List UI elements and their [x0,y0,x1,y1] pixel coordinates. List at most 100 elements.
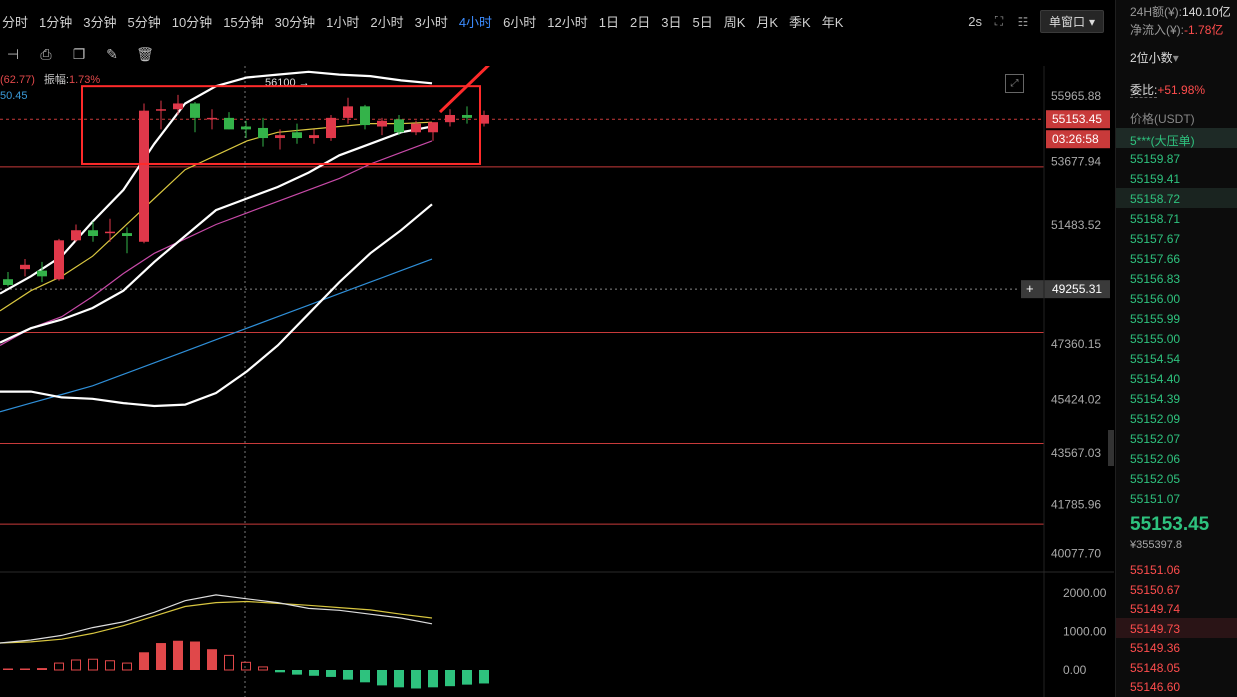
inflow-value: -1.78亿 [1184,23,1224,37]
turnover-value: 140.10亿 [1182,5,1231,19]
candle-body [207,117,217,120]
clipboard-icon[interactable]: ⎙ [37,46,55,63]
macd-bar [275,670,285,673]
candle-body [3,279,13,285]
edit-icon[interactable]: ✎ [103,46,121,63]
macd-bar [428,670,438,688]
ask-price[interactable]: 55146.60 [1130,680,1180,694]
period-tab[interactable]: 2日 [630,12,650,31]
period-tab[interactable]: 月K [756,12,778,31]
inflow-label: 净流入(¥): [1130,23,1185,37]
period-tab[interactable]: 15分钟 [223,12,263,31]
trash-icon[interactable]: 🗑 [136,46,154,63]
chevron-down-icon: ▾ [1088,14,1095,29]
period-tab[interactable]: 5日 [692,12,712,31]
ask-price[interactable]: 55149.74 [1130,602,1180,616]
candlestick-chart[interactable]: 56100 →55965.8853677.9451483.5247360.154… [0,66,1114,697]
price-column-header: 价格(USDT) [1130,112,1195,126]
bid-price[interactable]: 55156.00 [1130,292,1180,306]
fullscreen-icon[interactable]: ⛶ [992,14,1006,29]
drawing-tools: ⊣ ⎙ ❐ ✎ 🗑 [0,42,154,66]
period-tab[interactable]: 2小时 [370,12,403,31]
period-tab[interactable]: 3分钟 [83,12,116,31]
period-tab[interactable]: 10分钟 [172,12,212,31]
macd-bar [394,670,404,688]
decimals-select[interactable]: 2位小数▾ [1130,49,1179,66]
period-tab[interactable]: 5分钟 [127,12,160,31]
macd-bar [309,670,319,676]
ask-price[interactable]: 55148.05 [1130,661,1180,675]
ask-price[interactable]: 55150.67 [1130,583,1180,597]
macd-bar [462,670,472,685]
bid-price[interactable]: 55154.39 [1130,392,1180,406]
bid-price[interactable]: 55152.05 [1130,472,1180,486]
candle-body [105,231,115,234]
bid-price[interactable]: 55159.41 [1130,172,1180,186]
bid-price[interactable]: 55155.99 [1130,312,1180,326]
refresh-interval[interactable]: 2s [968,14,982,29]
turnover-label: 24H额(¥): [1130,5,1183,19]
bid-price[interactable]: 55158.71 [1130,212,1180,226]
bid-price[interactable]: 55159.87 [1130,152,1180,166]
bid-price[interactable]: 55154.54 [1130,352,1180,366]
period-tab[interactable]: 3日 [661,12,681,31]
macd-bar [3,668,13,670]
window-mode-label: 单窗口 [1048,15,1085,29]
ask-price[interactable]: 55151.06 [1130,563,1180,577]
bid-price[interactable]: 55157.66 [1130,252,1180,266]
candle-body [428,122,438,133]
bid-price[interactable]: 55156.83 [1130,272,1180,286]
macd-bar [292,670,302,675]
period-tab[interactable]: 12小时 [547,12,587,31]
period-tab[interactable]: 30分钟 [275,12,315,31]
ask-price[interactable]: 55149.36 [1130,641,1180,655]
bid-price[interactable]: 55151.07 [1130,492,1180,506]
candle-body [377,120,387,127]
y-axis-label: 51483.52 [1051,218,1101,232]
panel-collapse-handle[interactable] [1108,430,1114,466]
bid-price[interactable]: 55152.07 [1130,432,1180,446]
boll-lower-line [0,203,433,408]
bid-price[interactable]: 55157.67 [1130,232,1180,246]
candle-body [292,132,302,139]
period-tabs: 分时 1分钟 3分钟 5分钟 10分钟 15分钟 30分钟 1小时 2小时 3小时 4小时 6小时 12… [2,12,854,31]
candle-body [190,103,200,118]
period-tab[interactable]: 季K [789,12,811,31]
y-axis-label: 55965.88 [1051,89,1101,103]
copy-icon[interactable]: ❐ [70,46,88,63]
candle-body [88,230,98,236]
bid-price[interactable]: 55152.09 [1130,412,1180,426]
candle-body [37,270,47,277]
chevron-down-icon: ▾ [1172,51,1179,65]
period-tab[interactable]: 1日 [599,12,619,31]
bid-price[interactable]: 55154.40 [1130,372,1180,386]
bid-price[interactable]: 55155.00 [1130,332,1180,346]
line-tool-icon[interactable]: ⊣ [4,46,22,63]
period-tab[interactable]: 1小时 [326,12,359,31]
period-tab[interactable]: 年K [822,12,844,31]
bid-price[interactable]: 55158.72 [1130,192,1180,206]
expand-icon[interactable]: ⤢ [1005,74,1024,93]
candle-body [20,264,30,270]
macd-bar [173,640,183,670]
period-tab[interactable]: 周K [724,12,746,31]
period-tab[interactable]: 6小时 [503,12,536,31]
ask-price[interactable]: 55149.73 [1130,622,1180,636]
ma-magenta-line [0,140,433,347]
period-tab[interactable]: 分时 [2,12,28,31]
bid-price[interactable]: 55152.06 [1130,452,1180,466]
candle-body [224,117,234,130]
turnover-row: 24H额(¥):140.10亿 [1130,3,1231,20]
ratio-row: 委比:+51.98% [1130,81,1205,98]
macd-bar [411,670,421,689]
crosshair-tag: 49255.31 [1052,282,1102,296]
ma-blue-line [0,258,433,413]
period-tab[interactable]: 3小时 [415,12,448,31]
window-mode-select[interactable]: 单窗口 ▾ [1039,10,1104,33]
settings-icon[interactable]: ☷ [1016,15,1030,29]
boll-upper-line [0,70,433,295]
period-tab[interactable]: 4小时 [459,12,492,31]
candle-body [275,135,285,139]
period-tab[interactable]: 1分钟 [39,12,72,31]
macd-bar [326,670,336,677]
